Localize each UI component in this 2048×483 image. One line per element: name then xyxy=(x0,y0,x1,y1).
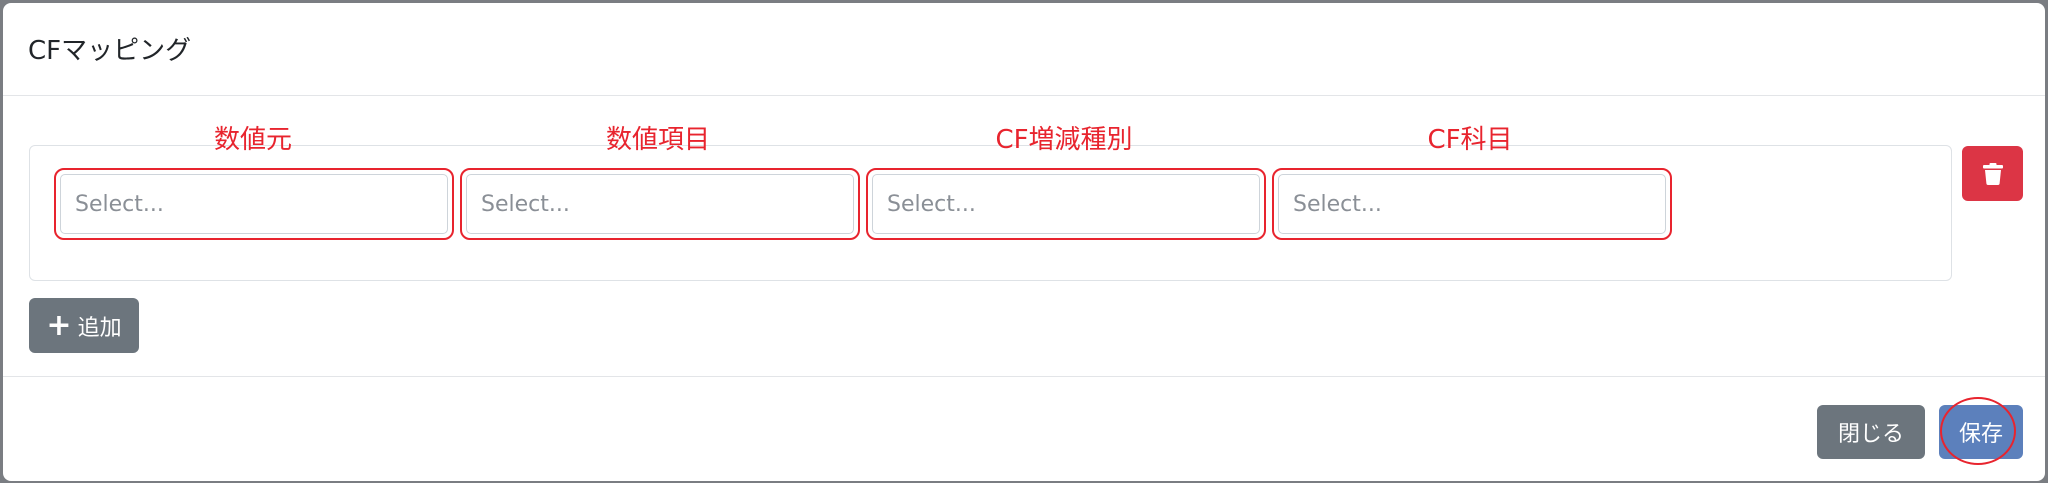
add-row-button[interactable]: + 追加 xyxy=(29,298,139,353)
cf-account-select[interactable]: Select... xyxy=(1278,174,1666,234)
field-highlight-cf-change-type: Select... xyxy=(866,168,1266,240)
add-button-label: 追加 xyxy=(77,315,122,341)
modal-title: CFマッピング xyxy=(28,36,192,66)
trash-icon xyxy=(1982,162,2003,185)
delete-row-button[interactable] xyxy=(1962,146,2023,201)
field-label-value-source: 数値元 xyxy=(213,125,292,155)
value-source-select[interactable]: Select... xyxy=(60,174,448,234)
close-button[interactable]: 閉じる xyxy=(1817,405,1925,459)
cf-change-type-select[interactable]: Select... xyxy=(872,174,1260,234)
field-highlight-value-source: Select... xyxy=(54,168,454,240)
modal-footer xyxy=(3,376,2045,481)
plus-icon: + xyxy=(46,307,72,343)
modal-header: CFマッピング xyxy=(3,3,2045,96)
field-label-cf-change-type: CF増減種別 xyxy=(995,125,1133,155)
cf-mapping-modal: CFマッピング 数値元 Select... 数値項目 Select... CF増… xyxy=(3,3,2045,481)
save-button[interactable]: 保存 xyxy=(1939,405,2023,459)
value-item-select[interactable]: Select... xyxy=(466,174,854,234)
field-label-cf-account: CF科目 xyxy=(1427,125,1513,155)
field-highlight-cf-account: Select... xyxy=(1272,168,1672,240)
field-label-value-item: 数値項目 xyxy=(605,125,710,155)
field-highlight-value-item: Select... xyxy=(460,168,860,240)
